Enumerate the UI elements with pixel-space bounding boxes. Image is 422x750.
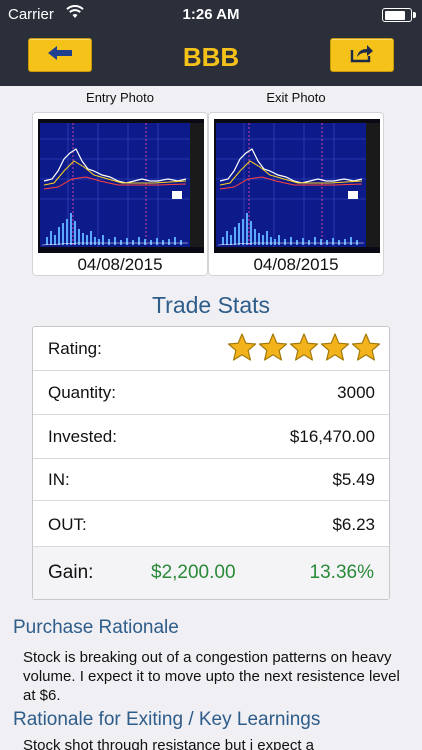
clock: 1:26 AM — [182, 6, 240, 23]
exit-photo-card[interactable]: 04/08/2015 — [208, 112, 384, 276]
rating-row: Rating: — [33, 327, 389, 371]
status-bar: Carrier 1:26 AM — [0, 0, 422, 30]
entry-photo-card[interactable]: 04/08/2015 — [32, 112, 208, 276]
out-row: OUT: $6.23 — [33, 501, 389, 547]
gain-percent: 13.36% — [309, 562, 374, 583]
out-label: OUT: — [48, 515, 87, 534]
exit-photo-date: 04/08/2015 — [253, 255, 339, 274]
trade-stats-title: Trade Stats — [151, 292, 271, 318]
rating-label: Rating: — [48, 339, 102, 358]
entry-photo-label: Entry Photo — [86, 90, 154, 105]
exit-photo-label: Exit Photo — [266, 90, 326, 105]
star-icon[interactable] — [351, 332, 381, 364]
out-value: $6.23 — [332, 515, 375, 534]
exit-rationale-title: Rationale for Exiting / Key Learnings — [13, 709, 321, 730]
entry-chart-thumbnail — [38, 119, 204, 253]
exit-chart-thumbnail — [214, 119, 380, 253]
star-icon[interactable] — [320, 332, 350, 364]
entry-photo-date: 04/08/2015 — [77, 255, 163, 274]
star-icon[interactable] — [227, 332, 257, 364]
gain-row: Gain: $2,200.00 13.36% — [33, 547, 389, 599]
navigation-bar: BBB — [0, 30, 422, 86]
trade-stats-table: Rating: Quantity: 3000 Invested: $16,470… — [32, 326, 390, 600]
in-row: IN: $5.49 — [33, 459, 389, 501]
invested-label: Invested: — [48, 427, 117, 446]
exit-rationale-text: Stock shot through resistance but i expe… — [23, 737, 314, 750]
star-rating[interactable] — [227, 332, 381, 364]
share-icon — [350, 43, 374, 68]
purchase-rationale-text: Stock is breaking out of a congestion pa… — [23, 649, 400, 704]
quantity-value: 3000 — [337, 383, 375, 402]
invested-row: Invested: $16,470.00 — [33, 415, 389, 459]
gain-label: Gain: — [48, 562, 94, 583]
gain-amount: $2,200.00 — [151, 562, 236, 583]
quantity-row: Quantity: 3000 — [33, 371, 389, 415]
invested-value: $16,470.00 — [289, 427, 375, 446]
battery-icon — [382, 8, 416, 22]
in-label: IN: — [48, 470, 70, 489]
star-icon[interactable] — [289, 332, 319, 364]
purchase-rationale-title: Purchase Rationale — [13, 617, 179, 638]
star-icon[interactable] — [258, 332, 288, 364]
share-button[interactable] — [330, 38, 394, 72]
quantity-label: Quantity: — [48, 383, 117, 402]
in-value: $5.49 — [332, 470, 375, 489]
